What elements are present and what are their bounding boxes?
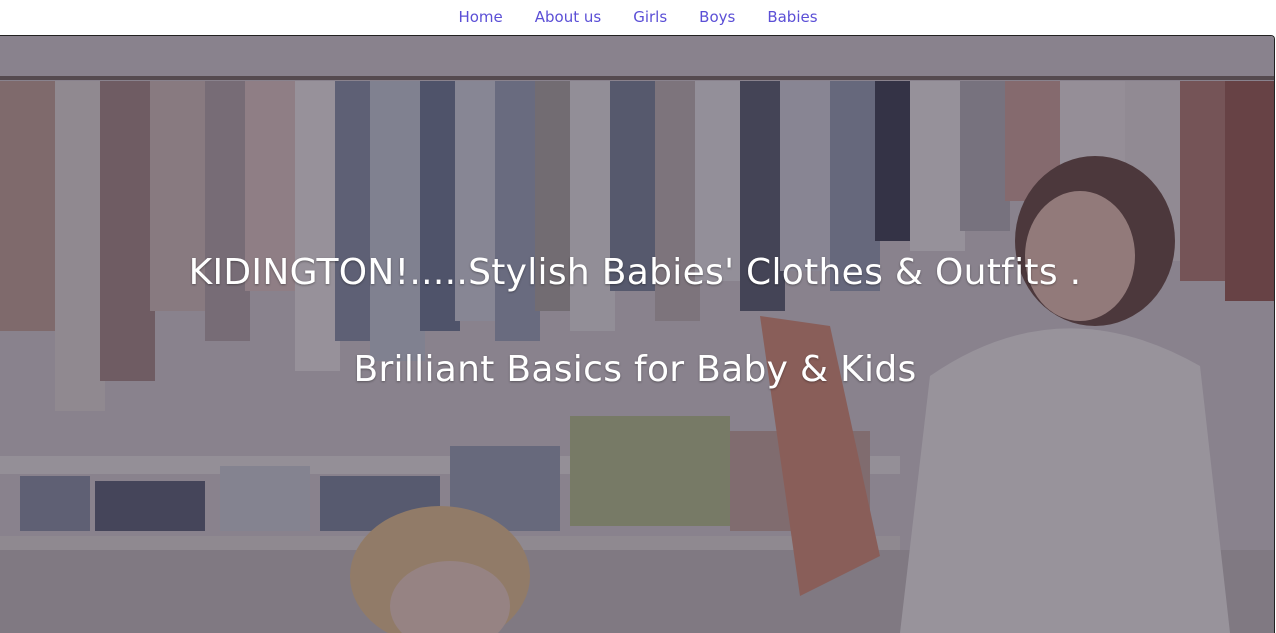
nav-link-girls[interactable]: Girls [633, 1, 667, 33]
nav-link-about-us[interactable]: About us [535, 1, 601, 33]
nav-link-home[interactable]: Home [458, 1, 502, 33]
nav-link-babies[interactable]: Babies [767, 1, 817, 33]
hero-headline: KIDINGTON!.....Stylish Babies' Clothes &… [188, 252, 1082, 293]
hero-subheadline: Brilliant Basics for Baby & Kids [353, 349, 917, 390]
top-navigation: Home About us Girls Boys Babies [0, 0, 1276, 34]
hero-banner: KIDINGTON!.....Stylish Babies' Clothes &… [0, 35, 1275, 633]
hero-dark-overlay [0, 36, 1274, 633]
nav-link-boys[interactable]: Boys [699, 1, 735, 33]
